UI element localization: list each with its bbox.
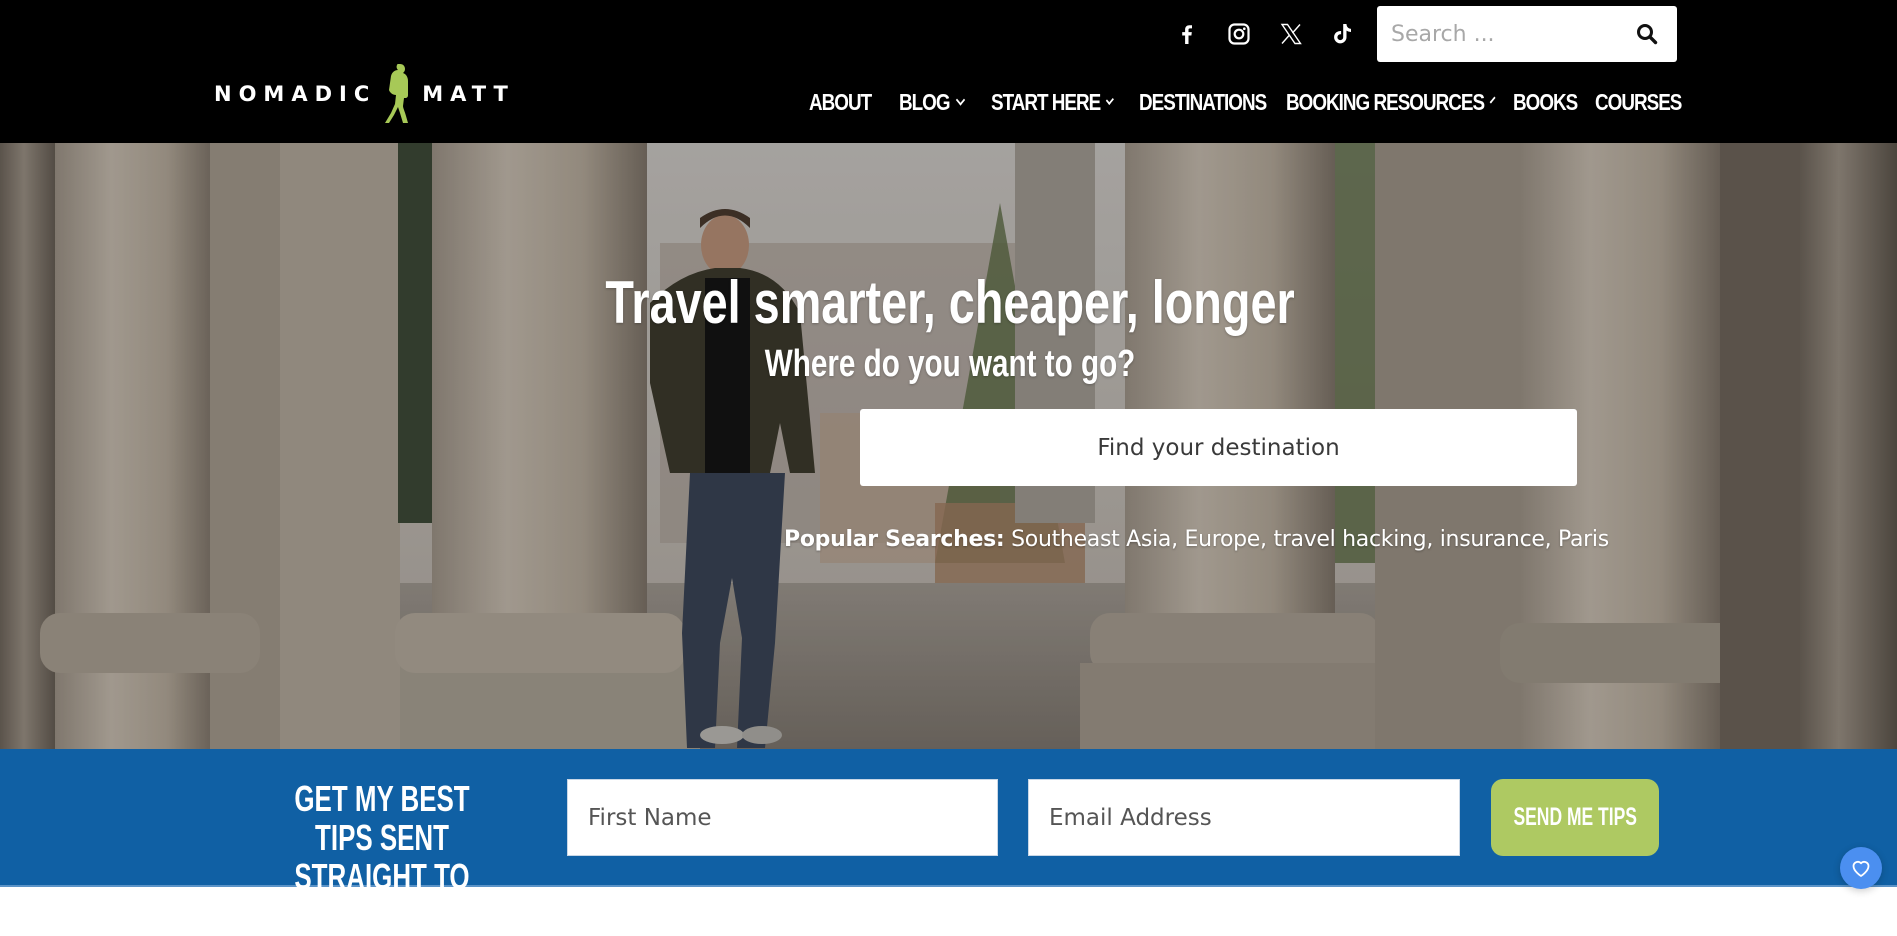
nav-item-courses[interactable]: COURSES: [1595, 89, 1682, 116]
logo-text-left: NOMADIC: [214, 82, 377, 106]
nav-item-destinations[interactable]: DESTINATIONS: [1139, 89, 1267, 116]
search-icon[interactable]: [1635, 22, 1659, 46]
header-search: [1377, 6, 1677, 62]
separator: ,: [1171, 527, 1185, 552]
nav-label: DESTINATIONS: [1139, 88, 1267, 115]
hero-section: Travel smarter, cheaper, longer Where do…: [0, 143, 1897, 749]
nav-label: COURSES: [1595, 88, 1682, 115]
nav-item-blog[interactable]: BLOG: [899, 89, 974, 116]
destination-search-input[interactable]: [860, 409, 1577, 486]
separator: ,: [1426, 527, 1440, 552]
nav-item-booking-resources[interactable]: BOOKING RESOURCES: [1286, 89, 1496, 116]
signup-title: GET MY BEST TIPS SENT STRAIGHT TO YOU!: [294, 778, 470, 936]
nav-label: BLOG: [899, 88, 951, 115]
popular-link-insurance[interactable]: insurance: [1440, 527, 1545, 552]
main-nav: ABOUT BLOG START HERE DESTINATIONS BOOKI…: [809, 84, 1682, 120]
nav-item-start-here[interactable]: START HERE: [991, 88, 1114, 116]
tiktok-link[interactable]: [1330, 20, 1354, 48]
site-logo[interactable]: NOMADIC MATT: [214, 62, 520, 126]
first-name-field[interactable]: [567, 779, 998, 856]
nav-item-destinations-wrap: DESTINATIONS: [1139, 89, 1286, 116]
popular-link-paris[interactable]: Paris: [1558, 527, 1609, 552]
nav-label: ABOUT: [809, 88, 872, 115]
nav-item-blog-wrap: BLOG: [899, 89, 991, 116]
nav-item-booking-resources-wrap: BOOKING RESOURCES: [1286, 89, 1513, 116]
email-field[interactable]: [1028, 779, 1460, 856]
logo-text-right: MATT: [422, 82, 515, 106]
instagram-link[interactable]: [1227, 20, 1251, 48]
backpacker-logo-icon: [385, 64, 409, 123]
x-twitter-icon: [1280, 23, 1302, 45]
popular-searches-label: Popular Searches:: [784, 527, 1005, 552]
chevron-down-icon: [1106, 95, 1114, 105]
nav-item-books-wrap: BOOKS: [1513, 89, 1595, 116]
instagram-icon: [1228, 23, 1250, 45]
header-search-input[interactable]: [1377, 21, 1617, 47]
popular-link-southeast-asia[interactable]: Southeast Asia: [1011, 527, 1171, 552]
nav-item-about[interactable]: ABOUT: [809, 89, 883, 116]
site-header: NOMADIC MATT ABOUT BLOG START HERE DESTI…: [0, 0, 1897, 143]
popular-link-europe[interactable]: Europe: [1184, 527, 1260, 552]
nav-item-courses-wrap: COURSES: [1595, 89, 1682, 116]
nav-item-about-wrap: ABOUT: [809, 89, 899, 116]
chevron-down-icon: [955, 94, 965, 106]
send-button-label: SEND ME TIPS: [1513, 803, 1637, 831]
heart-icon: [1852, 860, 1870, 877]
hero-subtitle: Where do you want to go?: [764, 343, 1136, 385]
tiktok-icon: [1334, 24, 1351, 44]
newsletter-signup: GET MY BEST TIPS SENT STRAIGHT TO YOU! S…: [0, 749, 1897, 935]
separator: ,: [1260, 527, 1274, 552]
x-twitter-link[interactable]: [1279, 20, 1303, 48]
popular-searches: Popular Searches: Southeast Asia, Europe…: [784, 527, 1664, 552]
nav-label: BOOKING RESOURCES: [1286, 88, 1485, 115]
hero-title: Travel smarter, cheaper, longer: [605, 269, 1295, 336]
nav-item-start-here-wrap: START HERE: [991, 89, 1139, 116]
separator: ,: [1544, 527, 1558, 552]
facebook-link[interactable]: [1175, 20, 1199, 48]
send-me-tips-button[interactable]: SEND ME TIPS: [1491, 779, 1659, 856]
favorites-button[interactable]: [1840, 847, 1882, 889]
nav-label: BOOKS: [1513, 88, 1578, 115]
chevron-down-icon: [1489, 96, 1496, 104]
nav-label: START HERE: [991, 88, 1101, 115]
popular-link-travel-hacking[interactable]: travel hacking: [1273, 527, 1426, 552]
facebook-icon: [1182, 25, 1192, 44]
nav-item-books[interactable]: BOOKS: [1513, 89, 1580, 116]
